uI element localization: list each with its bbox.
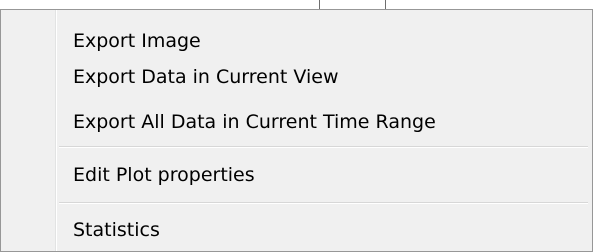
menu-separator (59, 202, 588, 204)
top-edge-tick (385, 0, 386, 9)
menu-item-export-image[interactable]: Export Image (4, 23, 589, 59)
menu-separator (59, 146, 588, 148)
context-menu: Export Image Export Data in Current View… (0, 9, 593, 252)
menu-item-label: Statistics (73, 219, 160, 241)
menu-item-export-all-data-time-range[interactable]: Export All Data in Current Time Range (4, 104, 589, 140)
menu-item-label: Export Data in Current View (73, 66, 339, 88)
menu-item-label: Export All Data in Current Time Range (73, 111, 436, 133)
menu-item-label: Export Image (73, 30, 201, 52)
menu-item-edit-plot-properties[interactable]: Edit Plot properties (4, 157, 589, 193)
menu-item-label: Edit Plot properties (73, 164, 255, 186)
top-edge-tick (319, 0, 320, 9)
menu-item-export-data-current-view[interactable]: Export Data in Current View (4, 59, 589, 95)
menu-item-statistics[interactable]: Statistics (4, 212, 589, 248)
